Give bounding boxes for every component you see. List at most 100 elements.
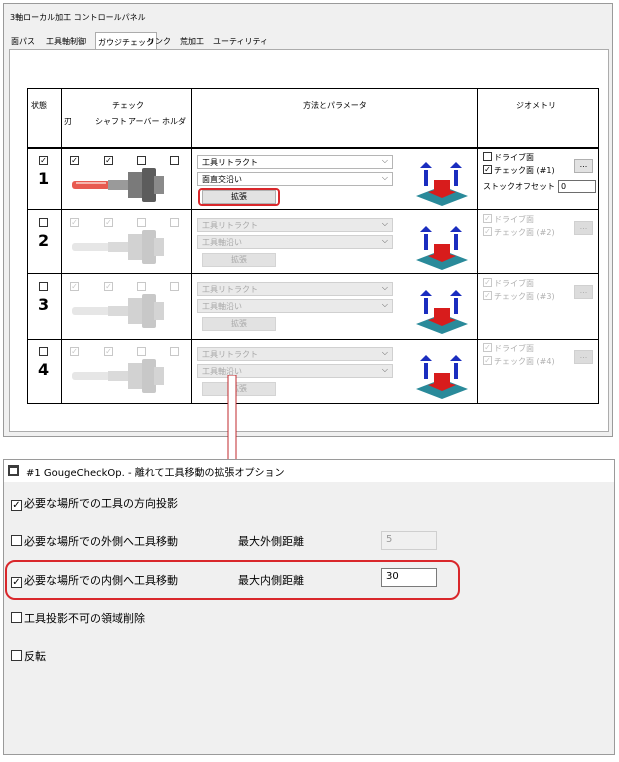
header-state: 状態 — [31, 101, 47, 110]
row1-check-blade[interactable]: ✓ — [70, 156, 79, 165]
option-checkbox[interactable] — [11, 650, 22, 661]
row2-check-arbor[interactable] — [137, 218, 146, 227]
row4-method-dropdown[interactable]: 工具リトラクト ⌵ — [197, 347, 393, 361]
geometry-icon — [416, 226, 468, 270]
header-holder: ホルダ — [162, 117, 186, 126]
chevron-down-icon: ⌵ — [381, 283, 388, 292]
dialog-title: #1 GougeCheckOp. - 離れて工具移動の拡張オプション — [26, 468, 285, 479]
row2-expand-button[interactable]: 拡張 — [202, 253, 276, 267]
row4-state-checkbox[interactable] — [39, 347, 48, 356]
row3-check-holder[interactable] — [170, 282, 179, 291]
row1-check-face-checkbox[interactable]: ✓ — [483, 165, 492, 174]
tab-utility[interactable]: ユーティリティ — [211, 35, 270, 48]
row2-number: 2 — [38, 231, 50, 250]
row3-check-face-checkbox[interactable]: ✓ — [483, 291, 492, 300]
chevron-down-icon: ⌵ — [381, 348, 388, 357]
row3-select-geometry-button[interactable]: ... — [574, 285, 593, 299]
row4-check-shaft[interactable]: ✓ — [104, 347, 113, 356]
row1-direction-dropdown[interactable]: 面直交沿い ⌵ — [197, 172, 393, 186]
row4-drive-face-label: ドライブ面 — [494, 344, 534, 353]
header-method: 方法とパラメータ — [303, 101, 367, 110]
extended-options-dialog: #1 GougeCheckOp. - 離れて工具移動の拡張オプション ✓ 必要な場… — [3, 459, 615, 755]
row3-drive-face-label: ドライブ面 — [494, 279, 534, 288]
row4-check-face-label: チェック面 (#4) — [494, 357, 555, 366]
row4-check-face-checkbox[interactable]: ✓ — [483, 356, 492, 365]
header-shaft: シャフト — [95, 117, 127, 126]
dialog-titlebar: #1 GougeCheckOp. - 離れて工具移動の拡張オプション — [4, 460, 614, 482]
row3-drive-face-checkbox[interactable]: ✓ — [483, 278, 492, 287]
inward-option-highlight — [5, 560, 460, 600]
gouge-check-table: 状態 チェック 刃 シャフト アーバー ホルダ 方法とパラメータ ジオメトリ ✓… — [27, 88, 599, 404]
max-outer-distance-input[interactable]: 5 — [381, 531, 437, 550]
tool-holder-icon — [72, 359, 164, 393]
chevron-down-icon: ⌵ — [381, 365, 388, 374]
option-move-tool-outward[interactable]: 必要な場所での外側へ工具移動 — [11, 533, 178, 549]
tab-link[interactable]: リンク — [145, 35, 173, 48]
row3-state-checkbox[interactable] — [39, 282, 48, 291]
row1-drive-face-checkbox[interactable] — [483, 152, 492, 161]
tool-holder-icon — [72, 230, 164, 264]
row3-check-arbor[interactable] — [137, 282, 146, 291]
row2-drive-face-checkbox[interactable]: ✓ — [483, 214, 492, 223]
row2-drive-face-label: ドライブ面 — [494, 215, 534, 224]
row2-check-holder[interactable] — [170, 218, 179, 227]
row1-drive-face-label: ドライブ面 — [494, 153, 534, 162]
row3-direction-dropdown[interactable]: 工具軸沿い ⌵ — [197, 299, 393, 313]
max-outer-distance-label: 最大外側距離 — [238, 535, 304, 548]
row3-number: 3 — [38, 295, 50, 314]
row3-expand-button[interactable]: 拡張 — [202, 317, 276, 331]
option-reverse[interactable]: 反転 — [11, 648, 46, 664]
tab-roughing[interactable]: 荒加工 — [178, 35, 206, 48]
option-checkbox[interactable]: ✓ — [11, 500, 22, 511]
chevron-down-icon: ⌵ — [381, 300, 388, 309]
row1-check-arbor[interactable] — [137, 156, 146, 165]
row3-check-shaft[interactable]: ✓ — [104, 282, 113, 291]
row1-state-checkbox[interactable]: ✓ — [39, 156, 48, 165]
option-tool-direction-projection[interactable]: ✓ 必要な場所での工具の方向投影 — [11, 495, 178, 511]
row4-check-blade[interactable]: ✓ — [70, 347, 79, 356]
row2-select-geometry-button[interactable]: ... — [574, 221, 593, 235]
option-checkbox[interactable] — [11, 535, 22, 546]
row2-method-dropdown[interactable]: 工具リトラクト ⌵ — [197, 218, 393, 232]
window-title: 3軸ローカル加工 コントロールパネル — [10, 13, 146, 22]
row1-check-holder[interactable] — [170, 156, 179, 165]
row2-check-face-label: チェック面 (#2) — [494, 228, 555, 237]
row1-check-shaft[interactable]: ✓ — [104, 156, 113, 165]
row4-check-arbor[interactable] — [137, 347, 146, 356]
expand-button-highlight — [198, 188, 280, 206]
row4-number: 4 — [38, 360, 50, 379]
geometry-icon — [416, 162, 468, 206]
chevron-down-icon: ⌵ — [381, 219, 388, 228]
chevron-down-icon: ⌵ — [381, 173, 388, 182]
header-arbor: アーバー — [128, 117, 160, 126]
header-blade: 刃 — [64, 117, 72, 126]
tab-tool-axis-control[interactable]: 工具軸制御 — [44, 35, 88, 48]
option-checkbox[interactable] — [11, 612, 22, 623]
row2-check-shaft[interactable]: ✓ — [104, 218, 113, 227]
tool-holder-icon — [72, 168, 164, 202]
gouge-check-panel: 状態 チェック 刃 シャフト アーバー ホルダ 方法とパラメータ ジオメトリ ✓… — [9, 49, 609, 432]
tab-bar: 面パス 工具軸制御 ガウジチェック リンク 荒加工 ユーティリティ — [7, 32, 609, 49]
row4-check-holder[interactable] — [170, 347, 179, 356]
geometry-icon — [416, 290, 468, 334]
row4-drive-face-checkbox[interactable]: ✓ — [483, 343, 492, 352]
row2-direction-dropdown[interactable]: 工具軸沿い ⌵ — [197, 235, 393, 249]
header-geometry: ジオメトリ — [516, 101, 556, 110]
row2-check-face-checkbox[interactable]: ✓ — [483, 227, 492, 236]
row2-state-checkbox[interactable] — [39, 218, 48, 227]
row3-check-blade[interactable]: ✓ — [70, 282, 79, 291]
row3-method-dropdown[interactable]: 工具リトラクト ⌵ — [197, 282, 393, 296]
row1-method-dropdown[interactable]: 工具リトラクト ⌵ — [197, 155, 393, 169]
chevron-down-icon: ⌵ — [381, 156, 388, 165]
row1-number: 1 — [38, 169, 50, 188]
app-icon — [8, 465, 19, 476]
header-check: チェック — [112, 101, 144, 110]
option-remove-unprojectable-area[interactable]: 工具投影不可の領域削除 — [11, 610, 145, 626]
row1-stock-offset-input[interactable]: 0 — [558, 180, 596, 193]
row1-stock-offset-label: ストックオフセット — [483, 182, 555, 191]
tab-face-path[interactable]: 面パス — [9, 35, 37, 48]
row4-select-geometry-button[interactable]: ... — [574, 350, 593, 364]
row2-check-blade[interactable]: ✓ — [70, 218, 79, 227]
row1-select-geometry-button[interactable]: ... — [574, 159, 593, 173]
control-panel-window: 3軸ローカル加工 コントロールパネル 面パス 工具軸制御 ガウジチェック リンク… — [3, 3, 613, 437]
